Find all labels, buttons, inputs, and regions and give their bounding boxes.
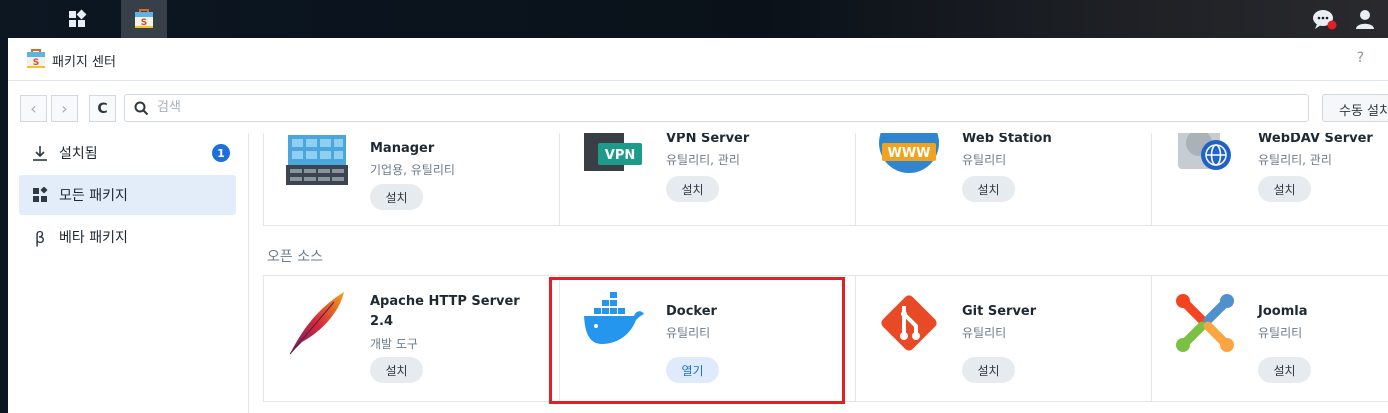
main-menu-button[interactable] <box>54 0 100 38</box>
package-center-icon: S <box>27 49 45 68</box>
chevron-left-icon: ‹ <box>30 99 37 118</box>
sidebar-item-label: 모든 패키지 <box>59 188 128 204</box>
back-button[interactable]: ‹ <box>20 95 47 122</box>
package-category: 유틸리티 <box>962 153 1007 167</box>
notifications-button[interactable] <box>1306 0 1344 38</box>
package-category: 유틸리티, 관리 <box>666 153 740 167</box>
svg-text:VPN: VPN <box>605 148 635 163</box>
package-row-top: Manager 기업용, 유틸리티 설치 VPN VPN Server 유틸리티… <box>263 133 1388 226</box>
taskbar-package-center-button[interactable]: S <box>121 0 167 38</box>
webdav-icon <box>1178 133 1231 170</box>
package-card-apache[interactable]: Apache HTTP Server 2.4 개발 도구 설치 <box>263 276 559 401</box>
package-name: Apache HTTP Server 2.4 <box>370 294 520 329</box>
apache-feather-icon <box>289 292 344 355</box>
refresh-button[interactable]: C <box>89 95 116 122</box>
install-button[interactable]: 설치 <box>1258 357 1311 383</box>
search-box[interactable] <box>124 94 1309 122</box>
joomla-icon <box>1176 294 1234 352</box>
beta-icon: β <box>34 227 46 247</box>
sidebar-item-label: 베타 패키지 <box>59 230 128 246</box>
package-name: Git Server <box>962 304 1037 319</box>
sidebar-item-beta-packages[interactable]: β 베타 패키지 <box>19 217 236 257</box>
sidebar-item-all-packages[interactable]: 모든 패키지 <box>19 175 236 215</box>
vpn-icon: VPN <box>584 133 642 171</box>
window-title: 패키지 센터 <box>52 55 116 70</box>
forward-button[interactable]: › <box>51 95 78 122</box>
window-titlebar: S 패키지 센터 ? <box>8 38 1388 81</box>
package-name: Joomla <box>1258 304 1308 319</box>
refresh-icon: C <box>97 100 108 117</box>
taskbar: S <box>0 0 1388 38</box>
package-name: VPN Server <box>666 133 750 146</box>
package-card-webdav-server[interactable]: WebDAV Server 유틸리티, 관리 설치 <box>1151 133 1388 225</box>
user-icon <box>1356 10 1374 29</box>
search-icon <box>134 101 149 116</box>
web-station-icon: WWW <box>879 133 939 173</box>
package-card-web-station[interactable]: WWW Web Station 유틸리티 설치 <box>855 133 1151 225</box>
sidebar: 설치됨 1 모든 패키지 β 베타 패키지 <box>8 133 249 413</box>
sidebar-item-label: 설치됨 <box>59 146 98 162</box>
docker-highlight-box <box>549 277 845 404</box>
package-category: 유틸리티, 관리 <box>1258 153 1332 167</box>
package-category: 개발 도구 <box>370 337 418 351</box>
install-button[interactable]: 설치 <box>962 176 1015 202</box>
installed-count-badge: 1 <box>212 144 230 162</box>
install-button[interactable]: 설치 <box>1258 176 1311 202</box>
package-card-manager[interactable]: Manager 기업용, 유틸리티 설치 <box>263 133 559 225</box>
package-category: 유틸리티 <box>1258 326 1303 340</box>
user-button[interactable] <box>1346 0 1384 38</box>
search-input[interactable] <box>155 99 1259 116</box>
chevron-right-icon: › <box>61 99 68 118</box>
package-card-joomla[interactable]: Joomla 유틸리티 설치 <box>1151 276 1388 401</box>
chat-notification-icon <box>1313 10 1337 30</box>
package-name: Web Station <box>962 133 1052 146</box>
install-button[interactable]: 설치 <box>370 357 423 383</box>
main-menu-icon <box>69 9 87 27</box>
svg-text:WWW: WWW <box>887 146 930 161</box>
package-name: WebDAV Server <box>1258 133 1373 146</box>
section-title-open-source: 오픈 소스 <box>267 249 323 265</box>
package-category: 기업용, 유틸리티 <box>370 163 455 177</box>
install-button[interactable]: 설치 <box>666 176 719 202</box>
install-button[interactable]: 설치 <box>370 184 423 210</box>
storage-server-icon <box>286 135 348 185</box>
install-button[interactable]: 설치 <box>962 357 1015 383</box>
grid-icon <box>31 186 49 204</box>
package-center-icon: S <box>135 9 153 28</box>
package-category: 유틸리티 <box>962 326 1007 340</box>
toolbar: ‹ › C 수동 설치 <box>8 81 1388 133</box>
sidebar-item-installed[interactable]: 설치됨 1 <box>19 133 236 173</box>
package-name: Manager <box>370 141 435 156</box>
manual-install-button[interactable]: 수동 설치 <box>1322 94 1388 122</box>
package-card-vpn-server[interactable]: VPN VPN Server 유틸리티, 관리 설치 <box>559 133 855 225</box>
package-card-git-server[interactable]: Git Server 유틸리티 설치 <box>855 276 1151 401</box>
git-icon <box>881 295 937 351</box>
download-icon <box>31 144 49 162</box>
help-button[interactable]: ? <box>1357 50 1364 66</box>
